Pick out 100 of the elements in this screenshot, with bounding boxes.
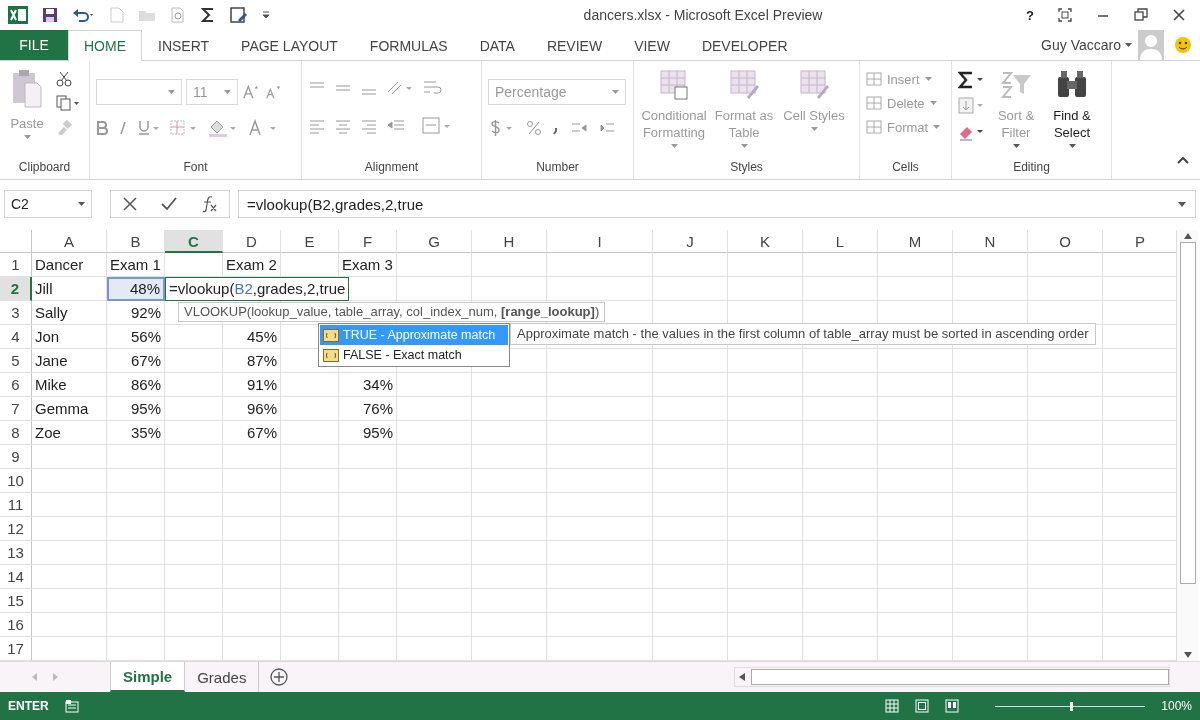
insert-function-icon[interactable]: [201, 195, 217, 213]
ribbon-tab[interactable]: INSERT: [142, 30, 226, 61]
column-header[interactable]: H: [472, 230, 547, 253]
row-header[interactable]: 10: [0, 469, 32, 493]
scroll-up-icon[interactable]: [1183, 233, 1192, 239]
collapse-ribbon-icon[interactable]: [1176, 155, 1190, 165]
zoom-level[interactable]: 100%: [1161, 699, 1192, 713]
full-screen-icon[interactable]: [1058, 8, 1072, 22]
align-right-icon[interactable]: [360, 118, 378, 134]
user-account-button[interactable]: Guy Vaccaro: [1037, 30, 1125, 60]
font-color-icon[interactable]: [248, 119, 278, 137]
italic-icon[interactable]: [118, 121, 128, 135]
ribbon-tab[interactable]: DATA: [463, 30, 531, 61]
autocomplete-item[interactable]: FALSE - Exact match: [320, 345, 508, 365]
normal-view-icon[interactable]: [885, 699, 900, 713]
percent-icon[interactable]: [526, 120, 542, 136]
column-header[interactable]: G: [397, 230, 472, 253]
cancel-icon[interactable]: [123, 197, 137, 211]
grow-font-icon[interactable]: [242, 83, 260, 101]
row-header[interactable]: 7: [0, 397, 32, 421]
row-header[interactable]: 8: [0, 421, 32, 445]
row-header[interactable]: 6: [0, 373, 32, 397]
ribbon-tab[interactable]: DEVELOPER: [685, 30, 804, 61]
column-header[interactable]: J: [653, 230, 728, 253]
column-header[interactable]: D: [223, 230, 281, 253]
orientation-icon[interactable]: [386, 80, 414, 96]
column-header[interactable]: M: [878, 230, 953, 253]
column-header[interactable]: E: [281, 230, 339, 253]
column-header[interactable]: K: [728, 230, 803, 253]
merge-center-icon[interactable]: [422, 117, 452, 135]
column-header[interactable]: N: [953, 230, 1028, 253]
macro-record-icon[interactable]: [64, 699, 79, 713]
ribbon-tab[interactable]: HOME: [68, 30, 142, 61]
row-header[interactable]: 4: [0, 325, 32, 349]
formula-input[interactable]: =vlookup(B2,grades,2,true: [238, 190, 1196, 218]
restore-icon[interactable]: [1134, 8, 1148, 22]
row-header[interactable]: 16: [0, 613, 32, 637]
undo-icon[interactable]: [72, 7, 96, 23]
scroll-left-icon[interactable]: [739, 673, 745, 681]
sheet-tab[interactable]: Simple: [110, 662, 186, 692]
row-header[interactable]: 5: [0, 349, 32, 373]
cut-icon[interactable]: [56, 71, 72, 87]
caret-icon[interactable]: [78, 202, 85, 206]
editing-button[interactable]: Find & Select: [1046, 65, 1098, 148]
column-header[interactable]: A: [32, 230, 107, 253]
table-cell: [223, 613, 281, 637]
print-preview-icon[interactable]: [170, 7, 186, 23]
row-header[interactable]: 13: [0, 541, 32, 565]
bold-icon[interactable]: [96, 121, 108, 135]
center-icon[interactable]: [334, 118, 352, 134]
help-button[interactable]: ?: [1026, 7, 1034, 23]
expand-formula-bar-icon[interactable]: [1177, 200, 1187, 208]
save-icon[interactable]: [42, 7, 58, 23]
cell-editor[interactable]: =vlookup(B2,grades,2,true: [165, 277, 350, 301]
vertical-scrollbar[interactable]: [1176, 230, 1198, 661]
row-header[interactable]: 12: [0, 517, 32, 541]
smiley-icon[interactable]: [1174, 36, 1192, 54]
fill-icon[interactable]: [958, 97, 986, 115]
form-icon[interactable]: [230, 7, 248, 23]
wrap-text-icon[interactable]: [422, 79, 442, 97]
row-header[interactable]: 11: [0, 493, 32, 517]
font-name-field[interactable]: [96, 79, 182, 105]
name-box[interactable]: C2: [4, 190, 92, 218]
row-header[interactable]: 14: [0, 565, 32, 589]
copy-icon[interactable]: [56, 95, 80, 111]
row-header[interactable]: 9: [0, 445, 32, 469]
scroll-down-icon[interactable]: [1183, 652, 1192, 658]
caret-icon[interactable]: [1125, 43, 1132, 47]
ribbon-tab[interactable]: PAGE LAYOUT: [225, 30, 354, 61]
row-header[interactable]: 3: [0, 301, 32, 325]
zoom-slider-thumb[interactable]: [1070, 701, 1074, 711]
close-icon[interactable]: [1172, 8, 1186, 22]
column-header[interactable]: F: [339, 230, 397, 253]
page-layout-view-icon[interactable]: [915, 699, 930, 713]
align-left-icon[interactable]: [308, 118, 326, 134]
borders-icon[interactable]: [170, 120, 198, 136]
new-sheet-icon[interactable]: [269, 667, 290, 687]
column-header[interactable]: L: [803, 230, 878, 253]
ribbon-tab[interactable]: REVIEW: [530, 30, 619, 61]
avatar-icon[interactable]: [1138, 30, 1164, 60]
format-painter-icon[interactable]: [56, 119, 72, 135]
horizontal-scrollbar[interactable]: [734, 667, 1170, 687]
scroll-right-icon[interactable]: [50, 672, 60, 682]
customize-caret-icon[interactable]: [262, 10, 270, 20]
row-header[interactable]: 15: [0, 589, 32, 613]
column-header[interactable]: C: [165, 230, 223, 253]
ribbon-tab[interactable]: VIEW: [618, 30, 686, 61]
sum-icon[interactable]: [200, 7, 216, 23]
column-header[interactable]: O: [1028, 230, 1103, 253]
select-all-corner[interactable]: [0, 230, 32, 253]
autosum-icon[interactable]: [958, 71, 986, 89]
underline-icon[interactable]: [138, 120, 160, 136]
ribbon-tab[interactable]: FORMULAS: [353, 30, 464, 61]
column-header[interactable]: I: [547, 230, 653, 253]
fill-color-icon[interactable]: [208, 119, 238, 137]
new-document-icon[interactable]: [110, 7, 124, 23]
page-break-view-icon[interactable]: [945, 699, 960, 713]
row-header[interactable]: 2: [0, 277, 32, 301]
file-tab[interactable]: FILE: [0, 30, 68, 60]
enter-check-icon[interactable]: [161, 197, 177, 211]
